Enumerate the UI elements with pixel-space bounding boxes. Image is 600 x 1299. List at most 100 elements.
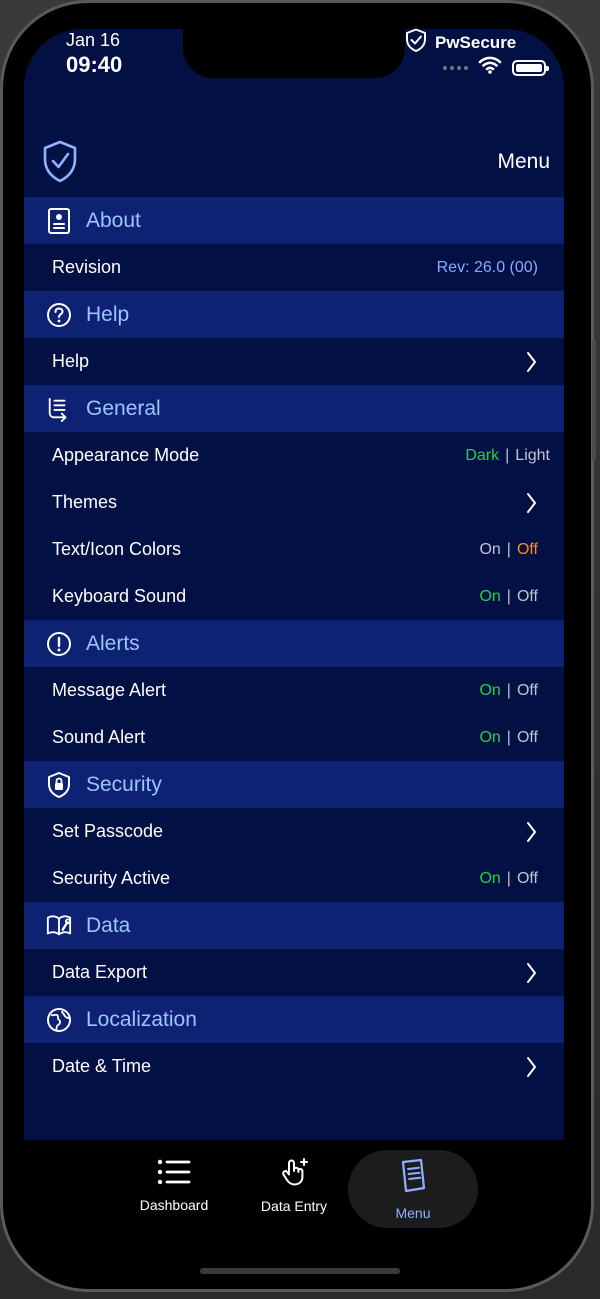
tab-label-data-entry: Data Entry	[260, 1197, 328, 1214]
section-header-security: Security	[24, 761, 564, 808]
text-icon-colors-toggle: On | Off	[479, 541, 538, 559]
row-themes[interactable]: Themes	[24, 479, 564, 526]
chevron-right-icon	[524, 820, 538, 844]
header: Menu	[24, 136, 564, 196]
section-header-about: About	[24, 197, 564, 244]
message-alert-off-option[interactable]: Off	[517, 682, 538, 700]
tab-bar: Dashboard Data Entry Menu	[24, 1140, 564, 1235]
shield-check-icon	[42, 140, 78, 189]
row-label-keyboard-sound: Keyboard Sound	[52, 586, 187, 606]
section-header-help: Help	[24, 291, 564, 338]
globe-icon	[46, 1005, 72, 1035]
security-active-toggle: On | Off	[479, 870, 538, 888]
text-icon-colors-off-option[interactable]: Off	[517, 541, 538, 559]
row-label-help: Help	[52, 351, 90, 371]
row-help[interactable]: Help	[24, 338, 564, 385]
status-app: PwSecure	[405, 28, 516, 57]
status-time: 09:40	[66, 52, 123, 77]
keyboard-sound-on-option[interactable]: On	[479, 588, 500, 606]
chevron-right-icon	[524, 491, 538, 515]
appearance-toggle: Dark | Light	[465, 447, 550, 465]
row-security-active: Security Active On | Off	[24, 855, 564, 902]
device: Jan 16 09:40 PwSecure Menu About Revisio…	[0, 0, 600, 1299]
row-sound-alert: Sound Alert On | Off	[24, 714, 564, 761]
question-circle-icon	[46, 300, 72, 330]
status-icons	[443, 56, 549, 79]
chevron-right-icon	[524, 350, 538, 374]
toggle-separator: |	[506, 587, 511, 605]
power-button	[592, 340, 596, 460]
battery-icon	[512, 59, 549, 76]
row-text-icon-colors: Text/Icon Colors On | Off	[24, 526, 564, 573]
section-title-data: Data	[86, 913, 131, 937]
keyboard-sound-off-option[interactable]: Off	[517, 588, 538, 606]
message-alert-toggle: On | Off	[479, 682, 538, 700]
text-icon-colors-on-option[interactable]: On	[479, 541, 500, 559]
section-header-alerts: Alerts	[24, 620, 564, 667]
row-label-message-alert: Message Alert	[52, 680, 167, 700]
security-active-on-option[interactable]: On	[479, 870, 500, 888]
id-card-icon	[46, 206, 72, 236]
tab-dashboard[interactable]: Dashboard	[124, 1140, 224, 1230]
row-label-data-export: Data Export	[52, 962, 148, 982]
appearance-light-option[interactable]: Light	[515, 447, 550, 465]
revision-value: Rev: 26.0 (00)	[436, 258, 538, 276]
list-arrow-icon	[46, 394, 72, 424]
notch	[183, 29, 405, 78]
sound-alert-toggle: On | Off	[479, 729, 538, 747]
row-set-passcode[interactable]: Set Passcode	[24, 808, 564, 855]
keyboard-sound-toggle: On | Off	[479, 588, 538, 606]
signal-icon	[443, 65, 468, 70]
section-header-localization: Localization	[24, 996, 564, 1043]
section-title-help: Help	[86, 302, 130, 326]
row-label-appearance: Appearance Mode	[52, 445, 200, 465]
home-indicator	[200, 1268, 400, 1274]
row-label-security-active: Security Active	[52, 868, 171, 888]
section-title-about: About	[86, 208, 141, 232]
section-title-general: General	[86, 396, 161, 420]
toggle-separator: |	[506, 540, 511, 558]
row-data-export[interactable]: Data Export	[24, 949, 564, 996]
tab-label-dashboard: Dashboard	[139, 1196, 209, 1213]
hand-tap-icon	[279, 1157, 309, 1192]
row-message-alert: Message Alert On | Off	[24, 667, 564, 714]
tab-label-menu: Menu	[395, 1204, 431, 1221]
row-label-date-time: Date & Time	[52, 1056, 152, 1076]
shield-lock-icon	[46, 770, 72, 800]
row-revision: Revision Rev: 26.0 (00)	[24, 244, 564, 291]
toggle-separator: |	[506, 681, 511, 699]
wifi-icon	[478, 56, 502, 79]
tab-data-entry[interactable]: Data Entry	[246, 1140, 342, 1230]
row-keyboard-sound: Keyboard Sound On | Off	[24, 573, 564, 620]
sound-alert-off-option[interactable]: Off	[517, 729, 538, 747]
page-title: Menu	[497, 150, 550, 173]
section-header-data: Data	[24, 902, 564, 949]
sound-alert-on-option[interactable]: On	[479, 729, 500, 747]
chevron-right-icon	[524, 1055, 538, 1079]
row-date-time[interactable]: Date & Time	[24, 1043, 564, 1090]
shield-check-icon	[405, 28, 427, 57]
section-title-alerts: Alerts	[86, 631, 140, 655]
tab-menu[interactable]: Menu	[348, 1150, 478, 1228]
row-appearance-mode: Appearance Mode Dark | Light	[24, 432, 564, 479]
menu-list: About Revision Rev: 26.0 (00) Help Help	[24, 197, 564, 1090]
row-label-text-icon-colors: Text/Icon Colors	[52, 539, 182, 559]
section-title-localization: Localization	[86, 1007, 197, 1031]
status-date: Jan 16	[66, 30, 121, 50]
section-header-general: General	[24, 385, 564, 432]
row-label-set-passcode: Set Passcode	[52, 821, 164, 841]
toggle-separator: |	[506, 728, 511, 746]
exclamation-circle-icon	[46, 629, 72, 659]
status-app-name: PwSecure	[435, 32, 517, 52]
message-alert-on-option[interactable]: On	[479, 682, 500, 700]
book-wrench-icon	[46, 911, 72, 941]
list-icon	[157, 1158, 191, 1191]
toggle-separator: |	[506, 869, 511, 887]
chevron-right-icon	[524, 961, 538, 985]
section-title-security: Security	[86, 772, 162, 796]
row-label-revision: Revision	[52, 257, 122, 277]
security-active-off-option[interactable]: Off	[517, 870, 538, 888]
appearance-dark-option[interactable]: Dark	[465, 447, 499, 465]
toggle-separator: |	[505, 446, 510, 464]
document-icon	[399, 1158, 427, 1199]
